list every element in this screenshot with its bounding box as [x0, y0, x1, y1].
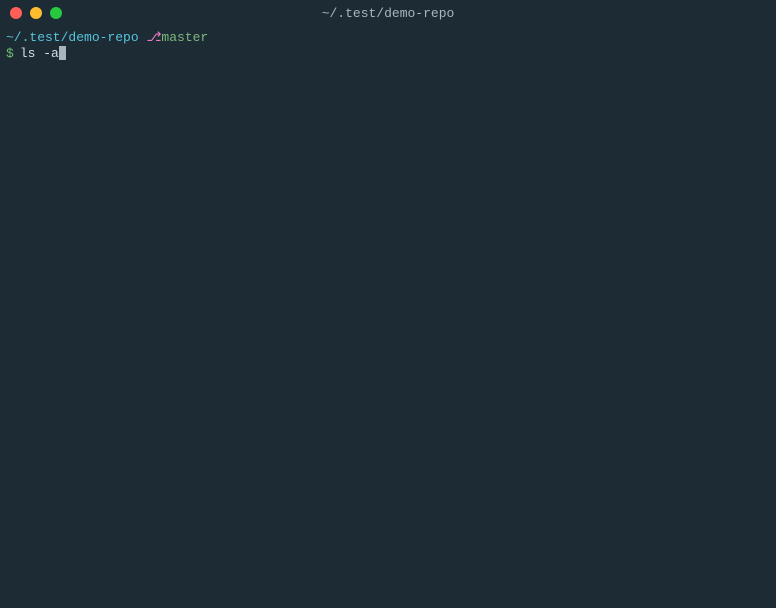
- terminal-window: ~/.test/demo-repo ~/.test/demo-repo ⎇mas…: [0, 0, 776, 608]
- command-input[interactable]: ls -a: [20, 46, 59, 61]
- git-branch: master: [161, 30, 208, 45]
- branch-icon: ⎇: [146, 30, 161, 45]
- traffic-lights: [10, 7, 62, 19]
- cwd: ~/.test/demo-repo: [6, 30, 139, 45]
- minimize-icon[interactable]: [30, 7, 42, 19]
- prompt-context-line: ~/.test/demo-repo ⎇master: [6, 30, 770, 46]
- maximize-icon[interactable]: [50, 7, 62, 19]
- command-line[interactable]: $ ls -a: [6, 46, 770, 62]
- close-icon[interactable]: [10, 7, 22, 19]
- prompt-symbol: $: [6, 46, 14, 61]
- cursor-icon: [59, 46, 66, 60]
- window-title: ~/.test/demo-repo: [0, 6, 776, 21]
- terminal-body[interactable]: ~/.test/demo-repo ⎇master $ ls -a: [0, 26, 776, 66]
- titlebar: ~/.test/demo-repo: [0, 0, 776, 26]
